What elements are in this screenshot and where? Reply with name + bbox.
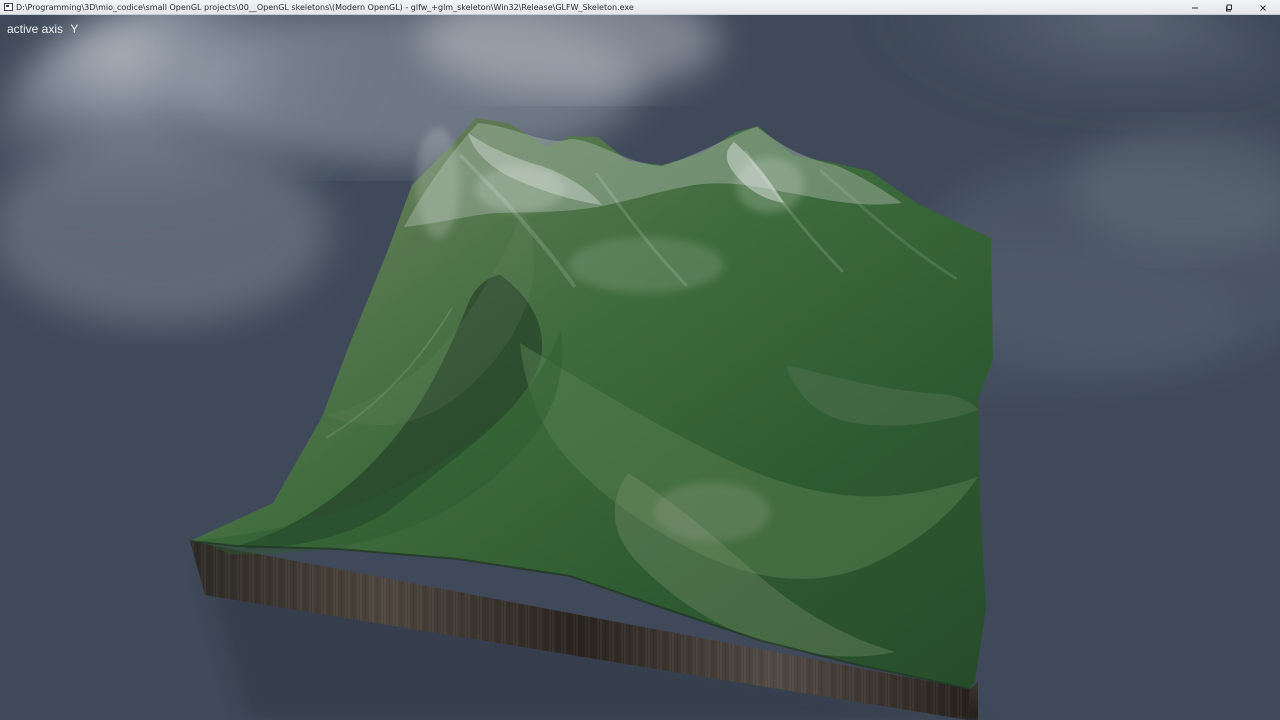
restore-button[interactable] — [1212, 0, 1246, 15]
application-window: D:\Programming\3D\mio_codice\small OpenG… — [0, 0, 1280, 720]
window-controls — [1178, 0, 1280, 15]
application-icon — [4, 3, 13, 11]
active-axis-label: active axis — [7, 22, 64, 36]
restore-icon — [1224, 3, 1234, 13]
opengl-viewport[interactable]: active axis Y — [0, 15, 1280, 720]
close-button[interactable] — [1246, 0, 1280, 15]
active-axis-value: Y — [70, 22, 79, 36]
minimize-button[interactable] — [1178, 0, 1212, 15]
window-titlebar[interactable]: D:\Programming\3D\mio_codice\small OpenG… — [0, 0, 1280, 15]
close-icon — [1258, 3, 1268, 13]
viewport-bottom-edge — [0, 716, 1280, 720]
minimize-icon — [1190, 3, 1200, 13]
window-title: D:\Programming\3D\mio_codice\small OpenG… — [16, 3, 634, 12]
terrain-scene[interactable] — [0, 15, 1280, 720]
active-axis-indicator: active axis Y — [7, 21, 78, 37]
